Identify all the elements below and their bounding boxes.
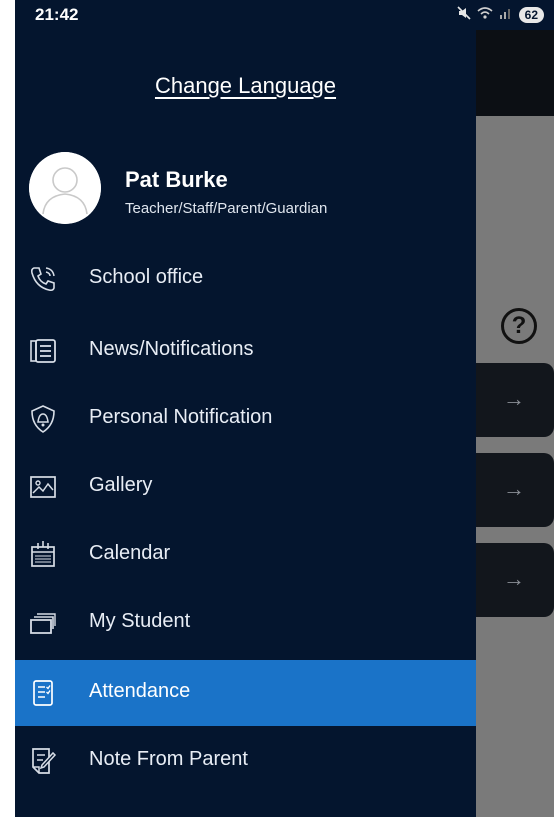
status-bar: 21:42 62 [15,0,554,30]
checklist-icon [27,677,59,709]
status-icons: 62 [457,6,544,23]
menu-item-calendar[interactable]: Calendar [15,522,476,588]
note-edit-icon [27,745,59,777]
image-icon [27,471,59,503]
menu-item-gallery[interactable]: Gallery [15,454,476,520]
user-avatar-icon[interactable] [29,152,101,224]
menu-item-personal-notification[interactable]: Personal Notification [15,386,476,452]
question-circle-icon[interactable]: ? [501,308,537,344]
change-language-link[interactable]: Change Language [15,73,476,99]
menu-item-label: Personal Notification [89,406,273,428]
arrow-right-icon: → [503,386,525,411]
menu-item-label: Attendance [89,680,191,702]
menu-item-my-student[interactable]: My Student [15,590,476,656]
app-screen: ? → → → 21:42 62 Change Language Pat Bur… [15,0,554,817]
cards-icon [27,607,59,639]
calendar-icon [27,539,59,571]
menu-item-label: News/Notifications [89,338,254,360]
menu-item-note-from-parent[interactable]: Note From Parent [15,728,476,794]
menu-item-news-notifications[interactable]: News/Notifications [15,318,476,384]
arrow-right-icon: → [503,566,525,591]
arrow-right-icon: → [503,476,525,501]
news-icon [27,335,59,367]
shield-bell-icon [27,403,59,435]
menu-item-school-office[interactable]: School office [15,246,476,312]
menu-item-attendance[interactable]: Attendance [15,660,476,726]
mute-icon [457,6,471,23]
navigation-drawer: Change Language Pat Burke Teacher/Staff/… [15,30,476,817]
menu-item-label: Gallery [89,474,153,496]
status-time: 21:42 [35,5,79,24]
battery-indicator: 62 [518,6,544,23]
menu-item-label: Note From Parent [89,748,248,770]
menu-item-label: School office [89,266,204,288]
profile-name: Pat Burke [125,167,228,192]
wifi-icon [477,6,493,23]
menu-item-label: My Student [89,610,191,632]
signal-icon [499,6,513,23]
menu-item-label: Calendar [89,542,171,564]
phone-icon [27,263,59,295]
profile-role: Teacher/Staff/Parent/Guardian [125,200,328,217]
